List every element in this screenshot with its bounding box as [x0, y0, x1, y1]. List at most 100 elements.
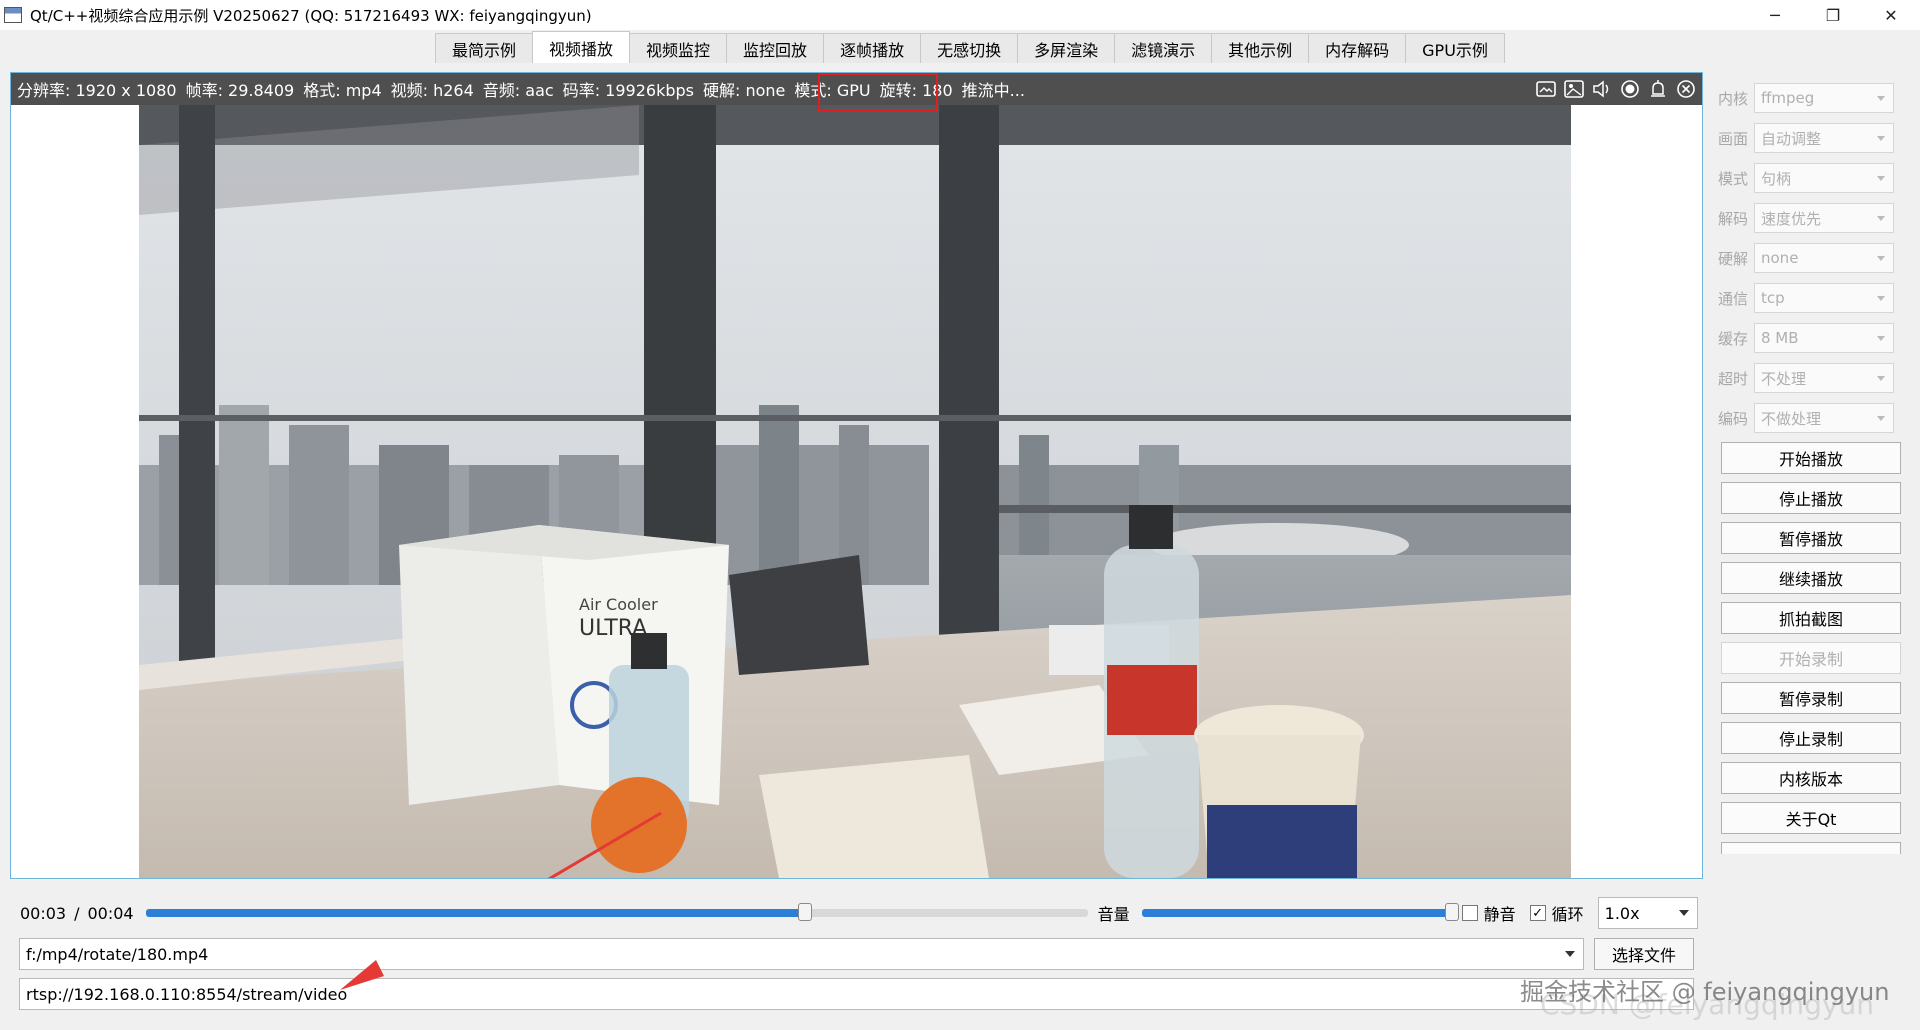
- stop-play-button[interactable]: 停止播放: [1721, 482, 1901, 514]
- setting-encode-select[interactable]: 不做处理: [1754, 403, 1894, 433]
- setting-encode: 编码 不做处理: [1718, 402, 1894, 434]
- chevron-down-icon: [1877, 96, 1885, 101]
- setting-timeout-value: 不处理: [1761, 369, 1807, 388]
- setting-picture: 画面 自动调整: [1718, 122, 1894, 154]
- minimize-button[interactable]: ─: [1746, 0, 1804, 30]
- setting-timeout-label: 超时: [1718, 369, 1749, 388]
- stop-record-button[interactable]: 停止录制: [1721, 722, 1901, 754]
- playback-controls: 00:03 / 00:04 音量 静音 ✓ 循环 1.0x: [10, 896, 1703, 930]
- panel-extra-button[interactable]: [1721, 842, 1901, 854]
- setting-core-value: ffmpeg: [1761, 89, 1815, 107]
- chevron-down-icon: [1565, 951, 1575, 957]
- tab-bar: 最简示例 视频播放 视频监控 监控回放 逐帧播放 无感切换 多屏渲染 滤镜演示 …: [435, 31, 1505, 63]
- setting-hwdecode-label: 硬解: [1718, 249, 1749, 268]
- volume-fill: [1141, 909, 1452, 917]
- setting-cache: 缓存 8 MB: [1718, 322, 1894, 354]
- close-button[interactable]: ✕: [1862, 0, 1920, 30]
- core-version-button[interactable]: 内核版本: [1721, 762, 1901, 794]
- total-time: 00:04: [87, 903, 134, 923]
- tab-video-play[interactable]: 视频播放: [532, 31, 631, 63]
- tab-gpu[interactable]: GPU示例: [1405, 33, 1505, 63]
- setting-core: 内核 ffmpeg: [1718, 82, 1894, 114]
- setting-core-label: 内核: [1718, 89, 1749, 108]
- setting-encode-value: 不做处理: [1761, 409, 1822, 428]
- pause-play-button[interactable]: 暂停播放: [1721, 522, 1901, 554]
- chevron-down-icon: [1877, 216, 1885, 221]
- window-controls: ─ ❐ ✕: [1746, 0, 1920, 30]
- progress-slider[interactable]: [145, 903, 1088, 921]
- setting-cache-value: 8 MB: [1761, 329, 1799, 347]
- setting-cache-select[interactable]: 8 MB: [1754, 323, 1894, 353]
- tab-monitor-playback[interactable]: 监控回放: [726, 33, 825, 63]
- chevron-down-icon: [1877, 136, 1885, 141]
- setting-picture-value: 自动调整: [1761, 129, 1822, 148]
- stream-url-value: rtsp://192.168.0.110:8554/stream/video: [26, 984, 348, 1004]
- chevron-down-icon: [1877, 256, 1885, 261]
- tab-memory-decode[interactable]: 内存解码: [1308, 33, 1407, 63]
- progress-handle[interactable]: [798, 903, 812, 921]
- setting-decode-label: 解码: [1718, 209, 1749, 228]
- setting-mode-select[interactable]: 句柄: [1754, 163, 1894, 193]
- time-separator: /: [74, 903, 80, 923]
- current-time: 00:03: [20, 903, 67, 923]
- setting-picture-label: 画面: [1718, 129, 1749, 148]
- start-play-button[interactable]: 开始播放: [1721, 442, 1901, 474]
- chevron-down-icon: [1877, 176, 1885, 181]
- setting-core-select[interactable]: ffmpeg: [1754, 83, 1894, 113]
- tab-filter-demo[interactable]: 滤镜演示: [1114, 33, 1213, 63]
- tab-multi-screen[interactable]: 多屏渲染: [1017, 33, 1116, 63]
- setting-decode-select[interactable]: 速度优先: [1754, 203, 1894, 233]
- speed-select[interactable]: 1.0x: [1597, 897, 1698, 929]
- chevron-down-icon: [1877, 336, 1885, 341]
- chevron-down-icon: [1877, 296, 1885, 301]
- chevron-down-icon: [1877, 416, 1885, 421]
- resume-play-button[interactable]: 继续播放: [1721, 562, 1901, 594]
- app-icon: [4, 7, 22, 23]
- settings-panel: 内核 ffmpeg 画面 自动调整 模式 句柄 解码 速度优先 硬解 none …: [1710, 72, 1914, 1002]
- tab-other[interactable]: 其他示例: [1211, 33, 1310, 63]
- setting-transport-value: tcp: [1761, 289, 1785, 307]
- watermark: 掘金技术社区 @ feiyangqingyun: [1520, 978, 1890, 1006]
- setting-cache-label: 缓存: [1718, 329, 1749, 348]
- setting-hwdecode-value: none: [1761, 249, 1799, 267]
- select-file-button[interactable]: 选择文件: [1594, 938, 1694, 970]
- volume-slider[interactable]: [1141, 903, 1459, 921]
- setting-timeout: 超时 不处理: [1718, 362, 1894, 394]
- loop-checkbox[interactable]: ✓: [1529, 905, 1546, 921]
- tab-video-monitor[interactable]: 视频监控: [629, 33, 728, 63]
- setting-decode-value: 速度优先: [1761, 209, 1822, 228]
- snapshot-button[interactable]: 抓拍截图: [1721, 602, 1901, 634]
- title-bar: Qt/C++视频综合应用示例 V20250627 (QQ: 517216493 …: [0, 0, 1920, 30]
- setting-hwdecode-select[interactable]: none: [1754, 243, 1894, 273]
- setting-mode-value: 句柄: [1761, 169, 1792, 188]
- stream-url-input[interactable]: rtsp://192.168.0.110:8554/stream/video: [19, 978, 1694, 1010]
- about-qt-button[interactable]: 关于Qt: [1721, 802, 1901, 834]
- volume-label: 音量: [1097, 905, 1130, 924]
- setting-mode-label: 模式: [1718, 169, 1749, 188]
- file-path-value: f:/mp4/rotate/180.mp4: [26, 944, 209, 964]
- setting-transport-label: 通信: [1718, 289, 1749, 308]
- setting-timeout-select[interactable]: 不处理: [1754, 363, 1894, 393]
- file-path-combo[interactable]: f:/mp4/rotate/180.mp4: [19, 938, 1584, 970]
- window-title: Qt/C++视频综合应用示例 V20250627 (QQ: 517216493 …: [30, 6, 592, 25]
- start-record-button[interactable]: 开始录制: [1721, 642, 1901, 674]
- setting-transport: 通信 tcp: [1718, 282, 1894, 314]
- video-widget[interactable]: 分辨率: 1920 x 1080 帧率: 29.8409 格式: mp4 视频:…: [10, 72, 1703, 879]
- annotation-arrow: [547, 811, 662, 878]
- tab-seamless-switch[interactable]: 无感切换: [920, 33, 1019, 63]
- pause-record-button[interactable]: 暂停录制: [1721, 682, 1901, 714]
- setting-encode-label: 编码: [1718, 409, 1749, 428]
- file-row: f:/mp4/rotate/180.mp4: [19, 938, 1584, 970]
- setting-picture-select[interactable]: 自动调整: [1754, 123, 1894, 153]
- setting-hwdecode: 硬解 none: [1718, 242, 1894, 274]
- stream-row: rtsp://192.168.0.110:8554/stream/video: [19, 978, 1694, 1010]
- chevron-down-icon: [1877, 376, 1885, 381]
- mute-checkbox[interactable]: [1461, 905, 1478, 921]
- setting-transport-select[interactable]: tcp: [1754, 283, 1894, 313]
- volume-handle[interactable]: [1444, 903, 1459, 921]
- maximize-button[interactable]: ❐: [1804, 0, 1862, 30]
- tab-frame-play[interactable]: 逐帧播放: [823, 33, 922, 63]
- setting-mode: 模式 句柄: [1718, 162, 1894, 194]
- tab-simple[interactable]: 最简示例: [435, 33, 534, 63]
- chevron-down-icon: [1678, 910, 1689, 916]
